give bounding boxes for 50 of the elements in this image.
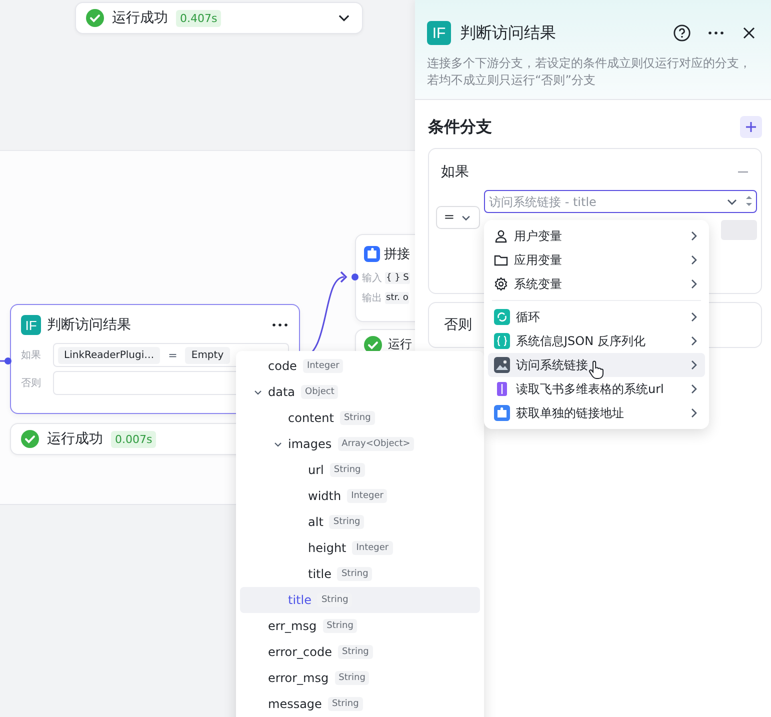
field-name: url: [308, 463, 324, 477]
type-tag: String: [330, 463, 365, 477]
variable-tag: LinkReaderPlugi…: [58, 346, 160, 364]
field-name: width: [308, 489, 342, 503]
type-tag: Integer: [347, 489, 388, 503]
field-name: err_msg: [268, 619, 317, 633]
type-tag: Object: [301, 385, 338, 399]
node-title: 判断访问结果: [47, 316, 132, 334]
node-icon: IF: [21, 315, 41, 335]
field-value: { } S: [385, 272, 410, 284]
type-tag: String: [340, 411, 375, 425]
field-name: images: [288, 437, 332, 451]
panel-description: 连接多个下游分支，若设定的条件成立则仅运行对应的分支，若均不成立则只运行“否则”分支: [427, 55, 752, 89]
branch-label: 否则: [444, 316, 472, 334]
field-name: title: [308, 567, 332, 581]
status-text: 运行成功: [47, 430, 103, 448]
type-tag: String: [329, 515, 364, 529]
field-name: message: [268, 697, 322, 711]
status-text: 运行成功: [112, 9, 168, 27]
field-name: title: [288, 593, 312, 607]
type-tag: Array<Object>: [338, 437, 414, 451]
field-name: code: [268, 359, 297, 373]
type-tag: String: [337, 567, 372, 581]
duration-badge: 0.407s: [176, 10, 222, 26]
type-tag: String: [334, 671, 370, 685]
type-tag: String: [322, 619, 358, 633]
node-icon: IF: [427, 21, 451, 45]
field-name: alt: [308, 515, 324, 529]
value-tag: Empty: [185, 346, 230, 364]
branch-label: 否则: [21, 377, 42, 390]
type-tag: String: [338, 645, 373, 659]
type-tag: Integer: [302, 359, 344, 373]
field-name: error_msg: [268, 671, 329, 685]
branch-label: 如果: [441, 163, 469, 181]
field-name: content: [288, 411, 334, 425]
type-tag: Integer: [352, 541, 393, 555]
type-tag: String: [328, 697, 363, 711]
field-value: str. o: [385, 292, 410, 304]
operator-text: =: [168, 348, 178, 362]
field-name: height: [308, 541, 346, 555]
node-title: 拼接: [384, 246, 411, 263]
branch-label: 如果: [21, 349, 42, 362]
section-title: 条件分支: [428, 116, 492, 138]
panel-title: 判断访问结果: [460, 22, 557, 44]
field-name: error_code: [268, 645, 332, 659]
status-text: 运行: [388, 336, 412, 353]
field-label: 输入: [362, 272, 382, 285]
duration-badge: 0.007s: [111, 430, 156, 448]
field-label: 输出: [362, 292, 382, 305]
field-name: data: [268, 385, 296, 399]
